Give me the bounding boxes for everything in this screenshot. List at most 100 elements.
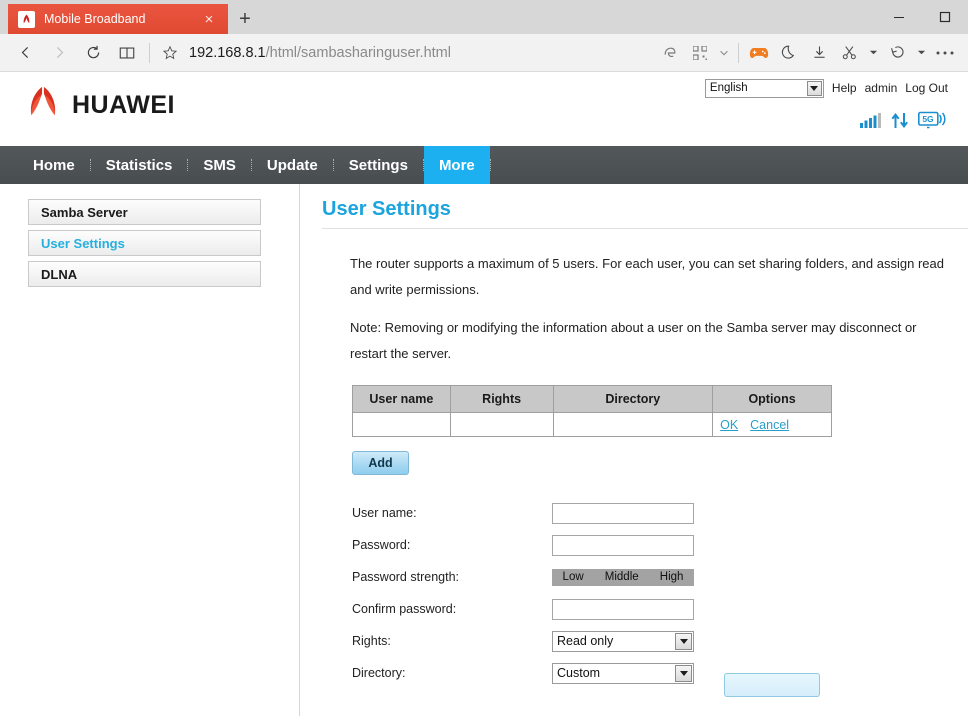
toolbar-divider-2 [738,42,739,63]
directory-select-value: Custom [557,666,601,680]
cell-options: OK Cancel [712,412,832,437]
maximize-icon[interactable] [922,0,968,34]
label-confirm-password: Confirm password: [352,602,457,616]
scissors-caret-icon[interactable] [864,37,882,69]
nav-item-settings[interactable]: Settings [334,146,423,184]
browser-tab-title: Mobile Broadband [44,12,146,26]
form-row-user-name: User name: [352,497,968,529]
data-updown-icon [891,112,909,134]
column-header-directory: Directory [552,385,714,413]
reload-icon[interactable] [76,37,110,69]
user-name-input[interactable] [552,502,694,524]
sidebar-item-dlna[interactable]: DLNA [28,261,261,287]
label-password-strength: Password strength: [352,570,459,584]
cell-directory [552,412,714,437]
page-body: Samba Server User Settings DLNA User Set… [0,184,968,716]
toolbar-right-icons [655,37,960,69]
chevron-down-icon[interactable] [806,80,822,96]
language-value: English [709,82,748,94]
nav-item-more[interactable]: More [423,146,490,184]
description-paragraph: The router supports a maximum of 5 users… [350,256,944,297]
form-row-directory: Directory: Custom [352,657,968,689]
help-link[interactable]: Help [832,81,857,95]
edge-e-icon[interactable] [655,37,685,69]
network-5g-icon: 5G [918,111,946,134]
label-directory: Directory: [352,666,406,680]
add-button[interactable]: Add [352,451,409,475]
form-row-password: Password: [352,529,968,561]
chevron-down-icon[interactable] [675,632,692,650]
user-form: User name: Password: Password strength: … [352,497,968,689]
svg-text:5G: 5G [922,114,934,124]
cancel-link[interactable]: Cancel [750,418,789,432]
signal-bars-icon [860,112,882,133]
cell-rights [449,412,554,437]
chevron-down-icon[interactable] [715,37,733,69]
sidebar-item-user-settings[interactable]: User Settings [28,230,261,256]
nav-item-statistics[interactable]: Statistics [91,146,188,184]
confirm-password-input[interactable] [552,598,694,620]
password-input[interactable] [552,534,694,556]
ellipsis-icon[interactable] [930,37,960,69]
form-row-confirm-password: Confirm password: [352,593,968,625]
star-icon[interactable] [155,37,185,69]
browser-toolbar: 192.168.8.1/html/sambasharinguser.html [0,34,968,72]
window-controls [876,0,968,34]
browser-tab[interactable]: Mobile Broadband × [8,4,228,34]
table-row: OK Cancel [352,412,832,437]
submit-button-partial[interactable] [724,673,820,697]
chevron-down-icon[interactable] [675,664,692,682]
content-panel: User Settings The router supports a maxi… [300,184,968,716]
new-tab-button[interactable]: + [228,4,262,34]
header-right: English Help admin Log Out 5G [704,72,948,134]
title-divider [322,228,968,229]
rights-select-value: Read only [557,634,614,648]
moon-icon[interactable] [774,37,804,69]
scissors-icon[interactable] [834,37,864,69]
logout-link[interactable]: Log Out [905,81,948,95]
user-table: User name Rights Directory Options OK Can… [352,385,832,437]
book-icon[interactable] [110,37,144,69]
address-bar[interactable]: 192.168.8.1/html/sambasharinguser.html [185,37,655,69]
nav-item-home[interactable]: Home [18,146,90,184]
address-path: /html/sambasharinguser.html [265,44,451,61]
download-icon[interactable] [804,37,834,69]
history-undo-icon[interactable] [882,37,912,69]
sidebar-item-samba-server[interactable]: Samba Server [28,199,261,225]
status-icons: 5G [860,111,946,134]
user-link[interactable]: admin [865,81,898,95]
close-icon[interactable]: × [198,8,220,30]
column-header-rights: Rights [449,385,554,413]
tab-strip: Mobile Broadband × + [0,0,262,34]
ok-link[interactable]: OK [720,418,738,432]
cell-user-name [352,412,451,437]
nav-divider [489,159,491,171]
page-title: User Settings [322,198,451,220]
sidebar: Samba Server User Settings DLNA [0,184,300,716]
rights-select[interactable]: Read only [552,630,694,652]
directory-select[interactable]: Custom [552,662,694,684]
header-top-row: English Help admin Log Out [704,77,948,99]
note-paragraph: Note: Removing or modifying the informat… [350,320,917,361]
label-user-name: User name: [352,506,417,520]
label-password: Password: [352,538,411,552]
back-arrow-icon[interactable] [8,37,42,69]
strength-high-label: High [659,571,684,583]
main-navigation: Home Statistics SMS Update Settings More [0,146,968,184]
label-rights: Rights: [352,634,391,648]
nav-item-sms[interactable]: SMS [188,146,251,184]
router-admin-page: HUAWEI English Help admin Log Out 5G Hom… [0,72,968,716]
qr-code-icon[interactable] [685,37,715,69]
brand-name: HUAWEI [72,91,175,119]
column-header-options: Options [712,385,832,413]
history-caret-icon[interactable] [912,37,930,69]
language-select[interactable]: English [704,78,824,98]
huawei-favicon-icon [18,10,35,28]
toolbar-divider [149,42,150,63]
huawei-flower-icon [20,84,66,127]
nav-item-update[interactable]: Update [252,146,333,184]
minimize-icon[interactable] [876,0,922,34]
form-row-rights: Rights: Read only [352,625,968,657]
game-controller-icon[interactable] [744,37,774,69]
page-topbar: HUAWEI English Help admin Log Out 5G [0,72,968,146]
